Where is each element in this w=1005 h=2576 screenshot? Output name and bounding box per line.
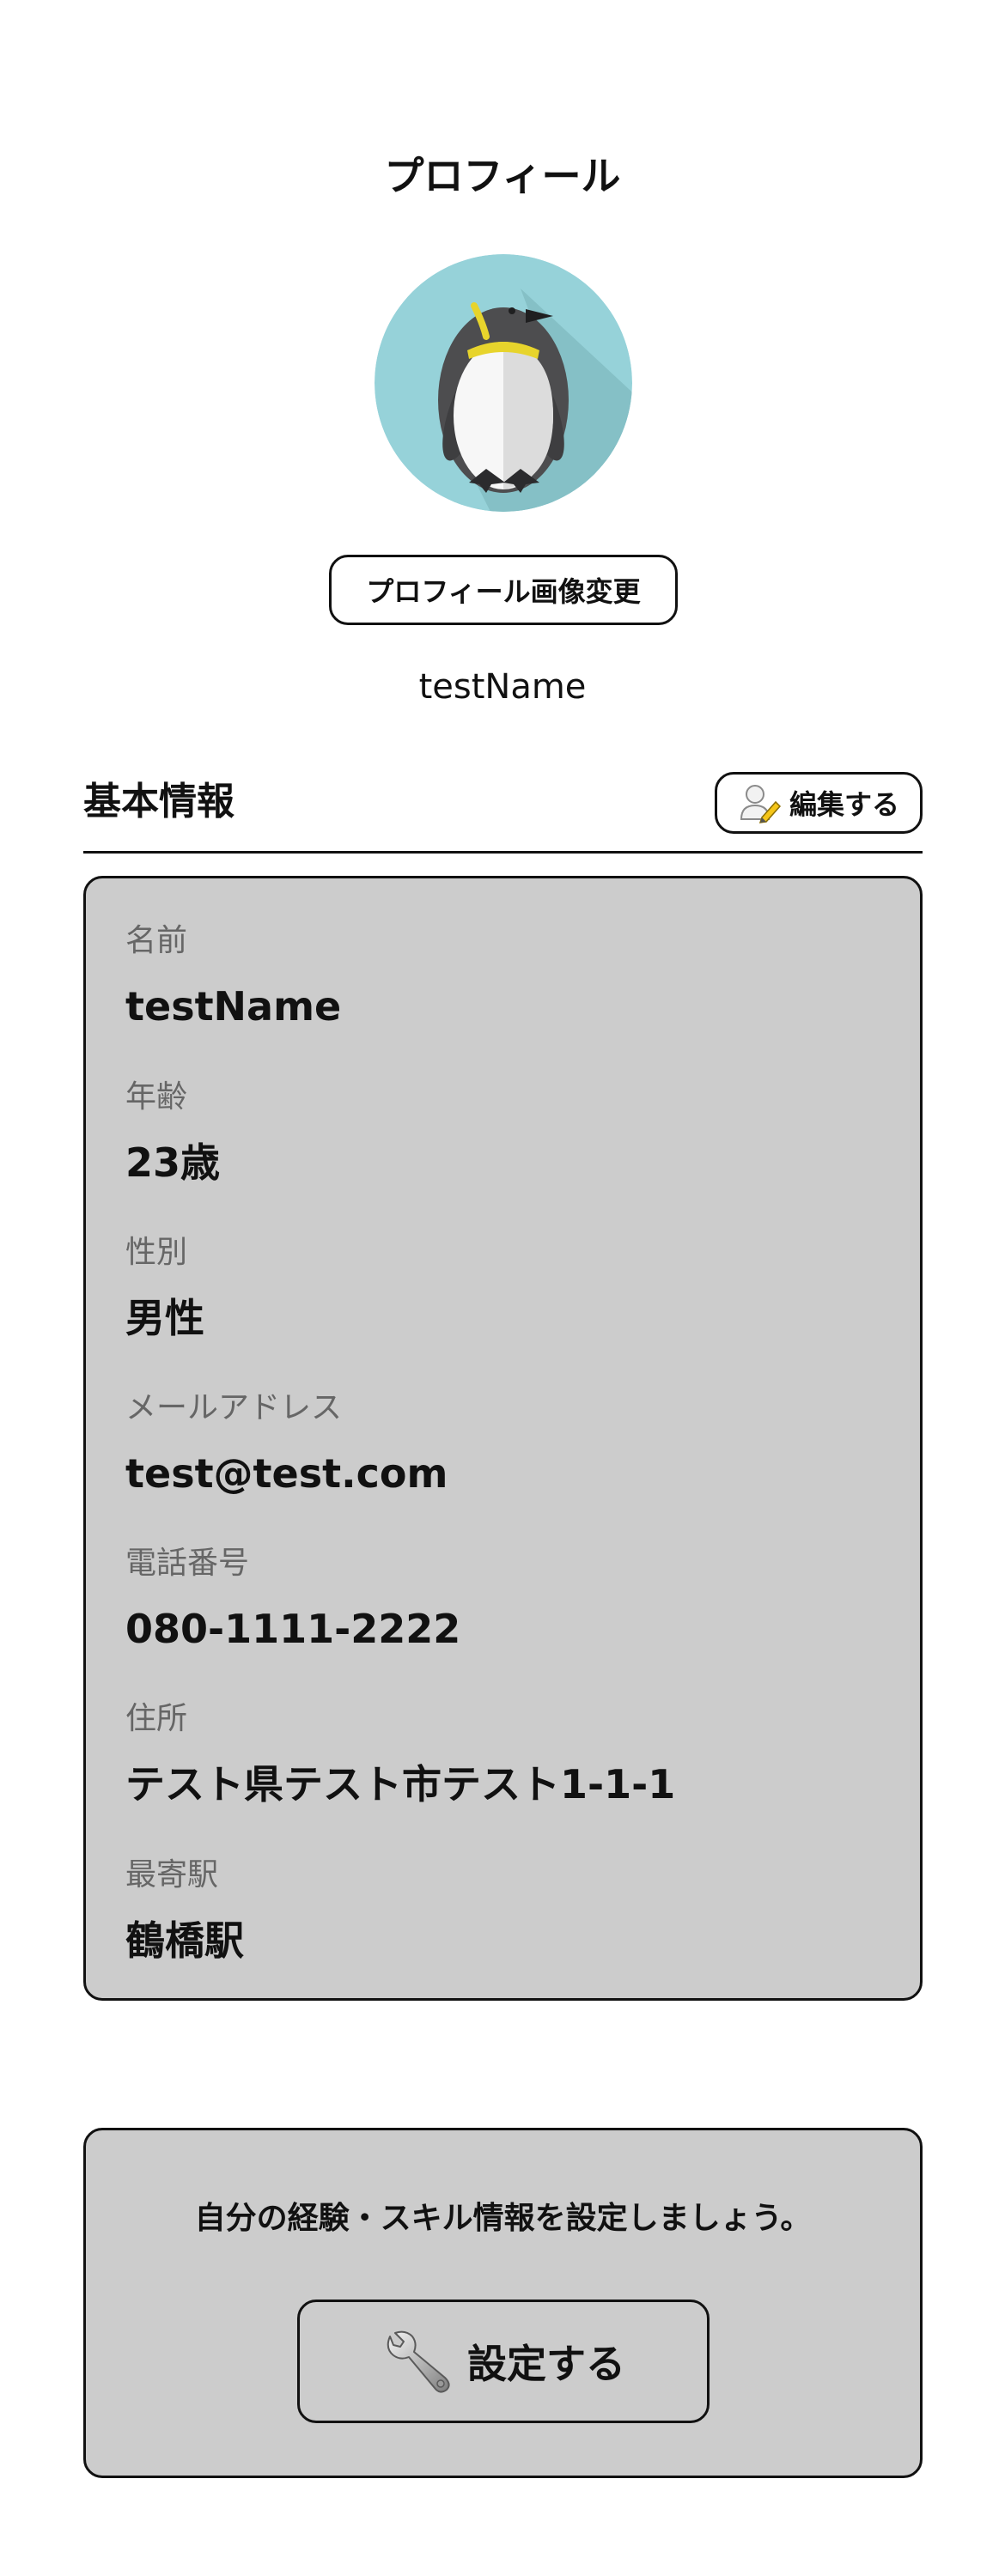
field-value-gender: 男性: [125, 1295, 204, 1341]
field-value-phone: 080-1111-2222: [125, 1606, 461, 1652]
profile-username: testName: [418, 667, 587, 707]
setup-skills-button[interactable]: 設定する: [297, 2300, 710, 2423]
basic-info-card: 名前 testName 年齢 23歳 性別 男性 メールアドレス test@te…: [83, 876, 923, 2001]
wrench-icon: [387, 2330, 450, 2393]
field-value-nearest-station: 鶴橋駅: [125, 1917, 244, 1964]
field-label-age: 年齢: [125, 1079, 188, 1115]
field-label-phone: 電話番号: [125, 1546, 250, 1581]
setup-button-label: 設定する: [467, 2341, 625, 2387]
field-value-address: テスト県テスト市テスト1-1-1: [125, 1761, 676, 1807]
edit-button-label: 編集する: [789, 788, 899, 821]
edit-basic-info-button[interactable]: 編集する: [715, 772, 923, 834]
change-profile-photo-button[interactable]: プロフィール画像変更: [329, 555, 678, 625]
field-label-address: 住所: [125, 1701, 188, 1736]
penguin-avatar-icon: [375, 254, 632, 512]
field-label-name: 名前: [125, 923, 188, 958]
field-value-name: testName: [125, 983, 342, 1030]
field-label-email: メールアドレス: [125, 1390, 343, 1425]
field-label-gender: 性別: [125, 1235, 188, 1270]
field-value-email: test@test.com: [125, 1450, 448, 1497]
field-label-nearest-station: 最寄駅: [125, 1857, 219, 1893]
page-title: プロフィール: [384, 153, 621, 199]
field-value-age: 23歳: [125, 1139, 221, 1186]
section-divider: [83, 851, 923, 854]
skill-setup-message: 自分の経験・スキル情報を設定しましょう。: [194, 2201, 812, 2236]
user-edit-icon: [740, 785, 781, 823]
skill-setup-card: 自分の経験・スキル情報を設定しましょう。 設定する: [83, 2128, 923, 2478]
profile-avatar: [375, 254, 632, 512]
basic-info-title: 基本情報: [83, 780, 234, 823]
